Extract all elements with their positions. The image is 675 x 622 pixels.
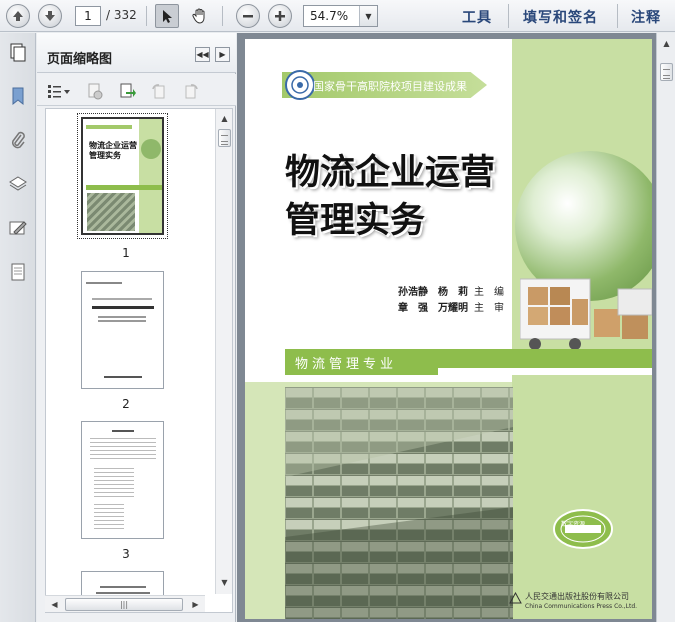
book-title: 物流企业运营 管理实务 — [285, 149, 495, 245]
author-reviewers-role: 主 审 — [474, 303, 504, 314]
content-button[interactable] — [7, 261, 29, 283]
list-options-icon — [48, 85, 70, 98]
rotate-cw-icon — [185, 84, 198, 99]
thumbnail-page-number: 1 — [122, 246, 130, 260]
major-label: 物流管理专业 — [295, 357, 398, 372]
scroll-thumb[interactable] — [218, 129, 231, 147]
major-bar-white — [438, 368, 652, 375]
author-reviewers: 章 强 万耀明 — [398, 303, 468, 314]
menu-fill-sign[interactable]: 填写和签名 — [523, 7, 598, 27]
thumbnail-vertical-scrollbar[interactable]: ▲ ▼ — [215, 109, 232, 594]
minus-icon — [243, 15, 253, 18]
publisher-block: 人民交通出版社股份有限公司 China Communications Press… — [509, 592, 638, 612]
panel-expand-button[interactable]: ▶ — [215, 47, 230, 62]
menu-comment[interactable]: 注释 — [631, 7, 661, 27]
page-thumbnail-3[interactable] — [81, 421, 164, 539]
digital-resource-badge-icon — [553, 509, 613, 549]
delete-page-icon — [88, 83, 103, 100]
badge-text: 数字资源 — [561, 521, 586, 528]
next-page-button[interactable] — [38, 4, 62, 28]
rotate-left-button[interactable] — [149, 81, 169, 101]
delete-page-button[interactable] — [85, 81, 105, 101]
main-toolbar: 1 / 332 54.7% ▼ 工具 填写和签名 注释 — [0, 0, 675, 32]
document-vertical-scrollbar[interactable]: ▲ — [656, 33, 675, 622]
zoom-in-button[interactable] — [268, 4, 292, 28]
arrow-down-icon — [45, 11, 55, 21]
panel-toolbar — [37, 74, 236, 106]
series-text: 国家骨干高职院校项目建设成果 — [313, 80, 467, 93]
attachments-button[interactable] — [7, 129, 29, 151]
book-title-line2: 管理实务 — [285, 200, 426, 241]
page-number-input[interactable]: 1 — [75, 6, 101, 26]
page-total-label: / 332 — [106, 8, 137, 22]
document-icon — [11, 263, 25, 281]
scroll-up-arrow[interactable]: ▲ — [217, 111, 232, 126]
publisher-logo-icon — [509, 592, 522, 604]
panel-title: 页面缩略图 — [47, 52, 113, 67]
publisher-en: China Communications Press Co.,Ltd. — [525, 603, 638, 610]
thumbnail-panel: 页面缩略图 ◀◀ ▶ 物流企业运营 管理实务 1 2 3 ▲ ▼ ◀ ||| ▶ — [37, 33, 236, 622]
rotate-ccw-icon — [152, 84, 165, 99]
zoom-select[interactable]: 54.7% ▼ — [303, 5, 378, 27]
cursor-arrow-icon — [163, 10, 172, 23]
signatures-button[interactable] — [7, 217, 29, 239]
thumbnail-page-number: 2 — [122, 397, 130, 411]
paperclip-icon — [12, 131, 25, 149]
toolbar-separator — [222, 6, 223, 26]
menu-separator — [617, 4, 618, 28]
pages-panel-button[interactable] — [7, 41, 29, 63]
author-editors: 孙浩静 杨 莉 — [398, 287, 468, 298]
menu-separator — [508, 4, 509, 28]
thumbnail-horizontal-scrollbar[interactable]: ◀ ||| ▶ — [45, 595, 205, 612]
scroll-thumb[interactable]: ||| — [65, 598, 183, 611]
thumbnail-page-number: 3 — [122, 547, 130, 561]
pdf-page-cover: 国家骨干高职院校项目建设成果 物流企业运营 管理实务 孙浩静 杨 莉主 编 章 … — [245, 39, 652, 619]
rotate-right-button[interactable] — [181, 81, 201, 101]
page-copy-icon — [10, 43, 26, 62]
hand-icon — [192, 8, 205, 24]
zoom-value: 54.7% — [310, 9, 349, 23]
scroll-up-arrow[interactable]: ▲ — [659, 36, 674, 51]
scroll-down-arrow[interactable]: ▼ — [217, 575, 232, 590]
options-menu-button[interactable] — [45, 81, 73, 101]
bookmarks-button[interactable] — [7, 85, 29, 107]
scroll-right-arrow[interactable]: ▶ — [188, 597, 203, 612]
scroll-thumb[interactable] — [660, 63, 673, 81]
menu-tools[interactable]: 工具 — [462, 7, 492, 27]
collapse-panel-button[interactable]: ◀◀ — [195, 47, 210, 62]
scroll-left-arrow[interactable]: ◀ — [47, 597, 62, 612]
thumbnail-list[interactable]: 物流企业运营 管理实务 1 2 3 ▲ ▼ — [45, 108, 233, 613]
plus-icon — [275, 11, 285, 21]
publisher-cn: 人民交通出版社股份有限公司 — [525, 592, 629, 601]
select-tool-button[interactable] — [155, 4, 179, 28]
page-thumbnail-1[interactable]: 物流企业运营 管理实务 — [77, 113, 168, 239]
extract-page-button[interactable] — [117, 81, 137, 101]
document-view[interactable]: 国家骨干高职院校项目建设成果 物流企业运营 管理实务 孙浩静 杨 莉主 编 章 … — [237, 33, 675, 622]
hand-tool-button[interactable] — [188, 4, 212, 28]
layers-button[interactable] — [7, 173, 29, 195]
bookmark-icon — [12, 87, 24, 106]
signature-pen-icon — [9, 221, 27, 235]
school-seal-icon — [285, 70, 315, 100]
zoom-out-button[interactable] — [236, 4, 260, 28]
toolbar-separator — [146, 6, 147, 26]
chevron-down-icon[interactable]: ▼ — [359, 6, 377, 26]
previous-page-button[interactable] — [6, 4, 30, 28]
arrow-up-icon — [13, 11, 23, 21]
extract-page-icon — [120, 83, 136, 98]
navigation-rail — [0, 33, 36, 622]
page-thumbnail-2[interactable] — [81, 271, 164, 389]
authors-block: 孙浩静 杨 莉主 编 章 强 万耀明主 审 — [398, 285, 504, 317]
book-title-line1: 物流企业运营 — [285, 152, 496, 193]
containers-image — [285, 387, 513, 619]
author-editors-role: 主 编 — [474, 287, 504, 298]
panel-header: 页面缩略图 ◀◀ ▶ — [37, 33, 236, 73]
layers-icon — [9, 176, 27, 191]
